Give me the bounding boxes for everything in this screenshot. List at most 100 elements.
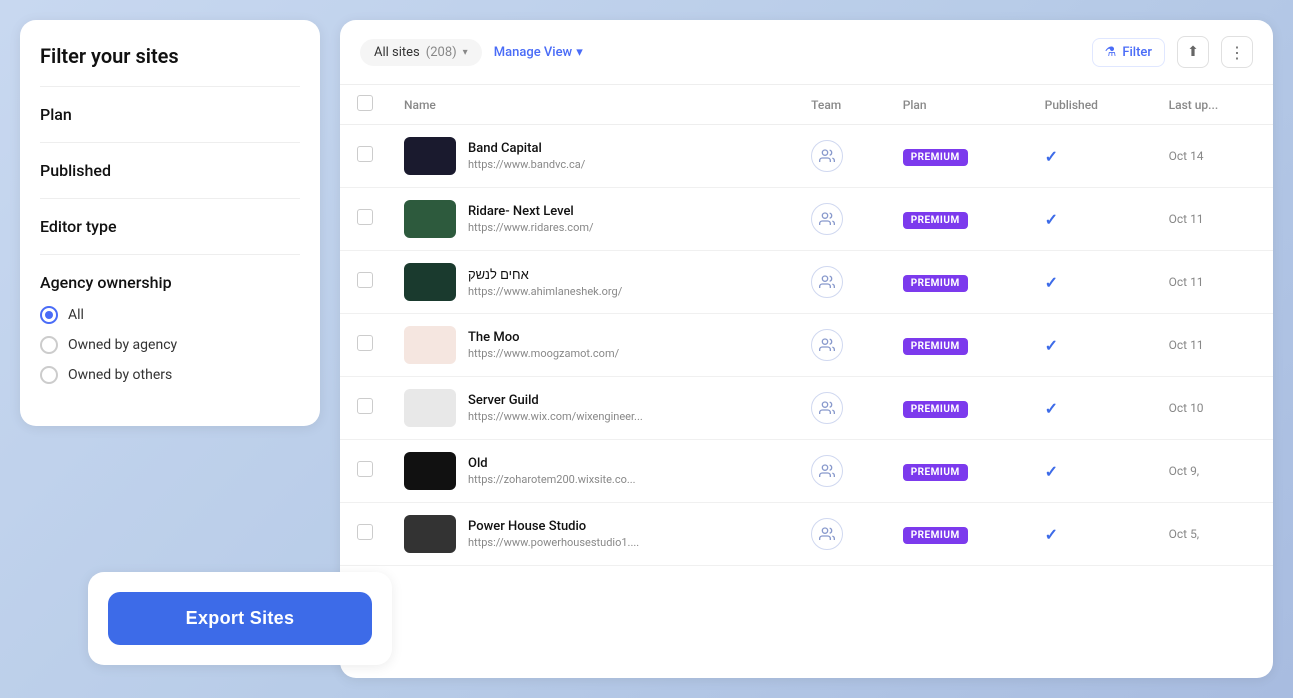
export-icon-button[interactable]: ⬆ xyxy=(1177,36,1209,68)
last-updated-cell: Oct 11 xyxy=(1155,314,1273,377)
radio-btn-owned-by-others[interactable] xyxy=(40,366,58,384)
site-name: The Moo xyxy=(468,330,619,345)
published-checkmark: ✓ xyxy=(1045,399,1058,418)
radio-item-owned-by-agency[interactable]: Owned by agency xyxy=(40,336,300,354)
site-thumbnail xyxy=(404,137,456,175)
filter-label: Filter xyxy=(1122,45,1152,60)
team-icon xyxy=(811,140,843,172)
team-cell xyxy=(797,125,889,188)
row-checkbox-1[interactable] xyxy=(357,209,373,225)
table-row: Band Capital https://www.bandvc.ca/ PREM… xyxy=(340,125,1273,188)
row-checkbox-5[interactable] xyxy=(357,461,373,477)
site-name: Power House Studio xyxy=(468,519,639,534)
team-cell xyxy=(797,440,889,503)
plan-cell: PREMIUM xyxy=(889,440,1031,503)
table-body: Band Capital https://www.bandvc.ca/ PREM… xyxy=(340,125,1273,566)
filter-icon: ⚗ xyxy=(1105,45,1117,60)
radio-btn-all[interactable] xyxy=(40,306,58,324)
site-thumbnail xyxy=(404,515,456,553)
team-icon xyxy=(811,329,843,361)
table-row: Ridare- Next Level https://www.ridares.c… xyxy=(340,188,1273,251)
export-sites-button[interactable]: Export Sites xyxy=(108,592,372,645)
plan-cell: PREMIUM xyxy=(889,377,1031,440)
team-icon xyxy=(811,266,843,298)
site-thumbnail xyxy=(404,263,456,301)
manage-view-label: Manage View xyxy=(494,45,573,60)
select-all-header xyxy=(340,85,390,125)
row-checkbox-6[interactable] xyxy=(357,524,373,540)
site-cell: Band Capital https://www.bandvc.ca/ xyxy=(390,125,797,188)
site-cell: אחים לנשק https://www.ahimlaneshek.org/ xyxy=(390,251,797,314)
row-checkbox-0[interactable] xyxy=(357,146,373,162)
published-column-header: Published xyxy=(1031,85,1155,125)
sites-table: Name Team Plan Published Last up... Band… xyxy=(340,85,1273,566)
site-cell: Old https://zoharotem200.wixsite.co... xyxy=(390,440,797,503)
all-sites-selector[interactable]: All sites (208) ▾ xyxy=(360,39,482,66)
table-row: Server Guild https://www.wix.com/wixengi… xyxy=(340,377,1273,440)
site-url: https://www.ahimlaneshek.org/ xyxy=(468,285,622,298)
plan-column-header: Plan xyxy=(889,85,1031,125)
published-filter-section: Published xyxy=(40,143,300,199)
last-updated-cell: Oct 5, xyxy=(1155,503,1273,566)
plan-cell: PREMIUM xyxy=(889,125,1031,188)
site-name: Old xyxy=(468,456,636,471)
site-thumbnail xyxy=(404,389,456,427)
site-url: https://www.moogzamot.com/ xyxy=(468,347,619,360)
published-cell: ✓ xyxy=(1031,503,1155,566)
name-column-header: Name xyxy=(390,85,797,125)
chevron-down-icon: ▾ xyxy=(463,47,468,58)
site-url: https://www.ridares.com/ xyxy=(468,221,594,234)
team-icon xyxy=(811,455,843,487)
published-cell: ✓ xyxy=(1031,188,1155,251)
published-cell: ✓ xyxy=(1031,377,1155,440)
table-header-bar: All sites (208) ▾ Manage View ▾ ⚗ Filter… xyxy=(340,20,1273,85)
published-cell: ✓ xyxy=(1031,440,1155,503)
radio-item-owned-by-others[interactable]: Owned by others xyxy=(40,366,300,384)
last-updated-date: Oct 11 xyxy=(1169,275,1204,289)
last-updated-cell: Oct 11 xyxy=(1155,188,1273,251)
site-url: https://www.bandvc.ca/ xyxy=(468,158,585,171)
team-column-header: Team xyxy=(797,85,889,125)
filter-button[interactable]: ⚗ Filter xyxy=(1092,38,1165,67)
site-cell: Ridare- Next Level https://www.ridares.c… xyxy=(390,188,797,251)
row-checkbox-3[interactable] xyxy=(357,335,373,351)
team-icon xyxy=(811,518,843,550)
published-checkmark: ✓ xyxy=(1045,147,1058,166)
agency-ownership-section: Agency ownership All Owned by agency Own… xyxy=(40,255,300,402)
team-cell xyxy=(797,377,889,440)
published-cell: ✓ xyxy=(1031,314,1155,377)
last-updated-date: Oct 11 xyxy=(1169,212,1204,226)
last-updated-date: Oct 9, xyxy=(1169,464,1200,478)
published-cell: ✓ xyxy=(1031,125,1155,188)
manage-view-button[interactable]: Manage View ▾ xyxy=(494,45,583,60)
last-updated-date: Oct 5, xyxy=(1169,527,1200,541)
row-checkbox-4[interactable] xyxy=(357,398,373,414)
select-all-checkbox[interactable] xyxy=(357,95,373,111)
published-checkmark: ✓ xyxy=(1045,525,1058,544)
table-head: Name Team Plan Published Last up... xyxy=(340,85,1273,125)
sites-count: (208) xyxy=(426,45,457,60)
table-row: Old https://zoharotem200.wixsite.co... P… xyxy=(340,440,1273,503)
site-url: https://zoharotem200.wixsite.co... xyxy=(468,473,636,486)
published-filter-label: Published xyxy=(40,161,111,180)
download-icon: ⬆ xyxy=(1187,44,1199,60)
radio-item-all[interactable]: All xyxy=(40,306,300,324)
radio-label-all: All xyxy=(68,307,84,323)
export-button-wrapper: Export Sites xyxy=(88,572,392,665)
last-updated-date: Oct 14 xyxy=(1169,149,1204,163)
more-options-button[interactable]: ⋮ xyxy=(1221,36,1253,68)
table-row: Power House Studio https://www.powerhous… xyxy=(340,503,1273,566)
site-thumbnail xyxy=(404,452,456,490)
radio-label-owned-by-others: Owned by others xyxy=(68,367,172,383)
row-checkbox-2[interactable] xyxy=(357,272,373,288)
filter-panel: Filter your sites Plan Published Editor … xyxy=(20,20,320,426)
editor-type-filter-label: Editor type xyxy=(40,217,117,236)
team-cell xyxy=(797,188,889,251)
premium-badge: PREMIUM xyxy=(903,401,968,418)
premium-badge: PREMIUM xyxy=(903,464,968,481)
sites-table-panel: All sites (208) ▾ Manage View ▾ ⚗ Filter… xyxy=(340,20,1273,678)
plan-cell: PREMIUM xyxy=(889,188,1031,251)
team-icon xyxy=(811,392,843,424)
last-updated-date: Oct 11 xyxy=(1169,338,1204,352)
radio-btn-owned-by-agency[interactable] xyxy=(40,336,58,354)
